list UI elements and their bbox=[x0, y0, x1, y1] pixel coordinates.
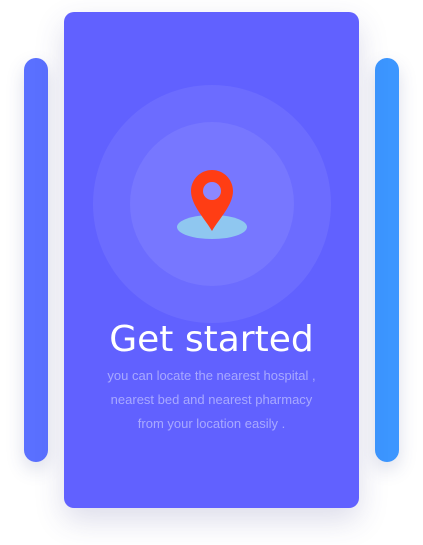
page-title: Get started bbox=[109, 319, 314, 360]
onboarding-card: Get started you can locate the nearest h… bbox=[64, 12, 359, 508]
next-card-peek[interactable] bbox=[375, 58, 399, 462]
previous-card-peek[interactable] bbox=[24, 58, 48, 462]
pin-hole bbox=[203, 182, 221, 200]
onboarding-carousel: Get started you can locate the nearest h… bbox=[0, 0, 423, 545]
description-line: from your location easily . bbox=[137, 416, 286, 431]
description-line: nearest bed and nearest pharmacy bbox=[110, 392, 313, 407]
description-line: you can locate the nearest hospital , bbox=[107, 368, 316, 383]
description-text: you can locate the nearest hospital , ne… bbox=[84, 364, 339, 436]
location-pin-icon bbox=[177, 170, 247, 239]
